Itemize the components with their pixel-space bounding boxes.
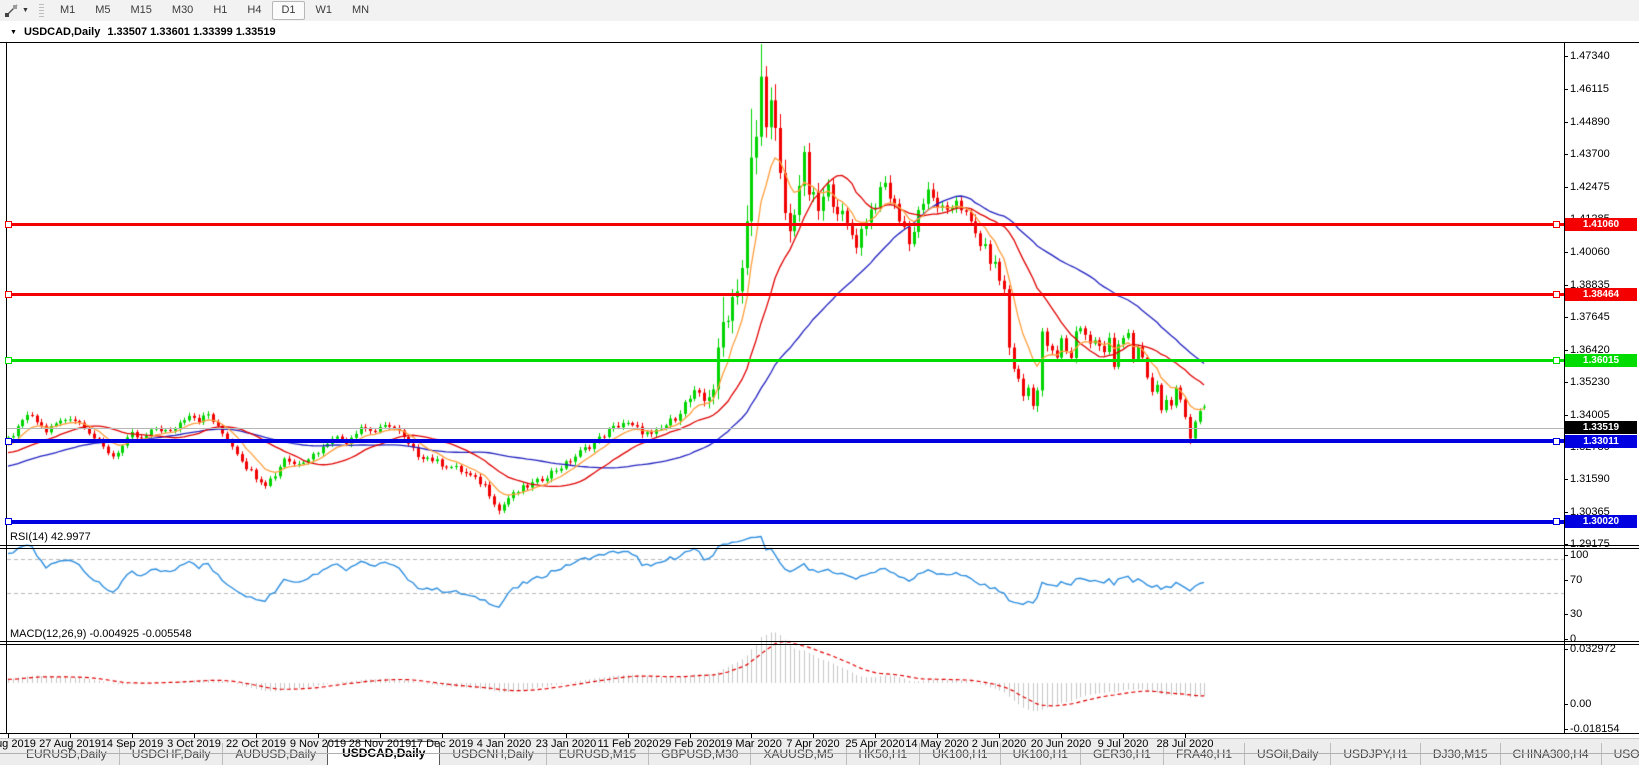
time-axis-tick-label: 14 Sep 2019 xyxy=(101,738,163,750)
time-axis-tick-label: 22 Oct 2019 xyxy=(226,738,286,750)
rsi-indicator-label: RSI(14) 42.9977 xyxy=(10,531,91,543)
rsi-axis-tick-label: 30 xyxy=(1570,608,1582,620)
macd-indicator-label: MACD(12,26,9) -0.004925 -0.005548 xyxy=(10,628,192,640)
horizontal-line-support[interactable] xyxy=(7,520,1564,524)
time-axis-tick-label: 9 Nov 2019 xyxy=(290,738,346,750)
time-axis-tick-label: 17 Dec 2019 xyxy=(411,738,473,750)
timeframe-button-m30[interactable]: M30 xyxy=(163,1,202,20)
time-axis-tick-label: 3 Oct 2019 xyxy=(167,738,221,750)
price-axis-tick-label: 1.42475 xyxy=(1570,181,1610,193)
rsi-axis-tick-label: 100 xyxy=(1570,549,1588,561)
current-price-line xyxy=(7,428,1564,429)
time-axis-tick-label: 9 Jul 2020 xyxy=(1098,738,1149,750)
chart-ohlc-values: 1.33507 1.33601 1.33399 1.33519 xyxy=(107,26,275,38)
chart-tab-usoil-daily[interactable]: USOil,Daily xyxy=(1244,743,1330,765)
line-anchor-handle[interactable] xyxy=(1553,221,1560,228)
time-axis-tick-label: 7 Apr 2020 xyxy=(786,738,839,750)
horizontal-line-resistance[interactable] xyxy=(7,223,1564,226)
price-axis-tick-label: 1.37645 xyxy=(1570,311,1610,323)
timeframe-button-d1[interactable]: D1 xyxy=(272,1,304,20)
price-line-badge: 1.30020 xyxy=(1565,515,1637,528)
chart-title: ▼ USDCAD,Daily 1.33507 1.33601 1.33399 1… xyxy=(10,26,276,38)
symbol-dropdown-icon[interactable]: ▼ xyxy=(10,29,17,36)
chart-tab-usoil-h[interactable]: USOil,H xyxy=(1601,743,1639,765)
price-line-badge: 1.33011 xyxy=(1565,435,1637,448)
price-axis-tick-label: 1.31590 xyxy=(1570,473,1610,485)
price-axis-tick-label: 1.43700 xyxy=(1570,148,1610,160)
time-axis-tick-label: 8 Aug 2019 xyxy=(0,738,36,750)
time-axis-tick-label: 20 Jun 2020 xyxy=(1031,738,1092,750)
price-axis-tick-label: 1.47340 xyxy=(1570,50,1610,62)
line-anchor-handle[interactable] xyxy=(5,357,12,364)
chevron-down-icon: ▼ xyxy=(22,7,29,14)
pane-separator xyxy=(0,644,1639,645)
time-axis-tick-label: 23 Jan 2020 xyxy=(536,738,597,750)
horizontal-line-pivot[interactable] xyxy=(7,359,1564,362)
pane-separator xyxy=(0,545,1639,546)
line-anchor-handle[interactable] xyxy=(1553,438,1560,445)
price-axis-tick-label: 1.40060 xyxy=(1570,246,1610,258)
chart-window: ▼ USDCAD,Daily 1.33507 1.33601 1.33399 1… xyxy=(0,21,1639,733)
timeframe-toolbar: ▼ M1M5M15M30H1H4D1W1MN xyxy=(0,0,1639,22)
timeframe-button-h4[interactable]: H4 xyxy=(238,1,270,20)
line-anchor-handle[interactable] xyxy=(5,518,12,525)
macd-axis-tick-label: 0.00 xyxy=(1570,698,1591,710)
horizontal-line-resistance[interactable] xyxy=(7,293,1564,296)
timeframe-button-m5[interactable]: M5 xyxy=(86,1,119,20)
time-axis-tick-label: 25 Apr 2020 xyxy=(845,738,904,750)
price-axis-tick-label: 1.46115 xyxy=(1570,83,1609,95)
timeframe-button-w1[interactable]: W1 xyxy=(307,1,342,20)
time-axis-tick-label: 14 May 2020 xyxy=(905,738,969,750)
chart-tab-usdjpy-h1[interactable]: USDJPY,H1 xyxy=(1330,743,1419,765)
timeframe-button-mn[interactable]: MN xyxy=(343,1,378,20)
timeframe-button-h1[interactable]: H1 xyxy=(204,1,236,20)
price-line-badge: 1.38464 xyxy=(1565,288,1637,301)
pane-separator xyxy=(0,733,1639,734)
chart-tab-china300-h4[interactable]: CHINA300,H4 xyxy=(1500,743,1601,765)
line-anchor-handle[interactable] xyxy=(1553,291,1560,298)
time-axis-tick-label: 28 Jul 2020 xyxy=(1157,738,1214,750)
price-axis-separator[interactable] xyxy=(1564,42,1565,733)
current-price-badge: 1.33519 xyxy=(1565,421,1637,434)
time-axis-tick-label: 2 Jun 2020 xyxy=(972,738,1026,750)
horizontal-line-support[interactable] xyxy=(7,439,1564,443)
price-axis-tick-label: 1.35230 xyxy=(1570,376,1610,388)
trading-terminal: ▼ M1M5M15M30H1H4D1W1MN ▼ USDCAD,Daily 1.… xyxy=(0,0,1639,765)
pane-separator xyxy=(0,548,1639,549)
toolbar-grip-handle[interactable] xyxy=(39,4,44,18)
timeframe-button-m15[interactable]: M15 xyxy=(122,1,161,20)
timeframe-button-m1[interactable]: M1 xyxy=(51,1,84,20)
pane-separator xyxy=(0,641,1639,642)
line-anchor-handle[interactable] xyxy=(5,291,12,298)
time-axis-tick-label: 19 Mar 2020 xyxy=(720,738,782,750)
line-anchor-handle[interactable] xyxy=(5,221,12,228)
price-line-badge: 1.41060 xyxy=(1565,218,1637,231)
price-line-badge: 1.36015 xyxy=(1565,354,1637,367)
timeframe-buttons: M1M5M15M30H1H4D1W1MN xyxy=(50,1,379,20)
price-chart-canvas[interactable] xyxy=(0,21,1639,733)
date-axis-bottom-border xyxy=(0,753,1639,754)
time-axis-tick-label: 27 Aug 2019 xyxy=(39,738,101,750)
line-studies-button[interactable]: ▼ xyxy=(0,0,33,21)
time-axis-tick-label: 28 Nov 2019 xyxy=(349,738,411,750)
chart-top-border xyxy=(0,42,1639,43)
time-axis-tick-label: 4 Jan 2020 xyxy=(477,738,531,750)
rsi-axis-tick-label: 70 xyxy=(1570,574,1582,586)
price-axis-tick-label: 1.34005 xyxy=(1570,409,1610,421)
line-anchor-handle[interactable] xyxy=(5,438,12,445)
time-axis-tick-label: 29 Feb 2020 xyxy=(659,738,721,750)
chart-symbol-label: USDCAD,Daily xyxy=(24,26,100,38)
line-studies-icon xyxy=(4,3,19,18)
time-axis-tick-label: 11 Feb 2020 xyxy=(598,738,659,750)
price-axis-tick-label: 1.44890 xyxy=(1570,116,1610,128)
line-anchor-handle[interactable] xyxy=(1553,357,1560,364)
chart-tab-dj30-m15[interactable]: DJ30,M15 xyxy=(1420,743,1500,765)
line-anchor-handle[interactable] xyxy=(1553,518,1560,525)
chart-left-border xyxy=(6,42,7,733)
